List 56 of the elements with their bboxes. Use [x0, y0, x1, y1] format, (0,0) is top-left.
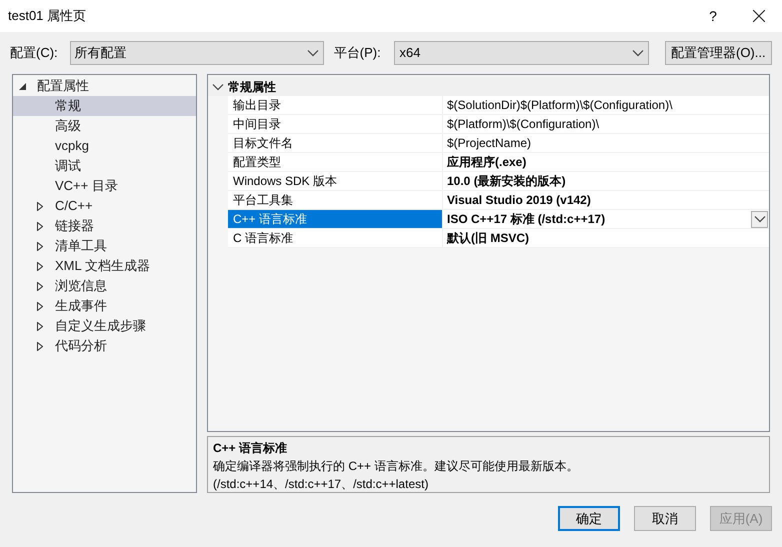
tree-item[interactable]: 配置属性 — [13, 76, 196, 96]
tree-item[interactable]: 常规 — [13, 96, 196, 116]
tree-item[interactable]: vcpkg — [13, 136, 196, 156]
property-name[interactable]: 中间目录 — [228, 115, 443, 133]
collapsed-triangle-icon[interactable] — [37, 222, 43, 230]
configuration-manager-button[interactable]: 配置管理器(O)... — [664, 41, 772, 65]
platform-label: 平台(P): — [334, 44, 382, 62]
property-value[interactable]: 默认(旧 MSVC) — [443, 228, 769, 248]
collapsed-triangle-icon[interactable] — [37, 282, 43, 290]
tree-item[interactable]: 生成事件 — [13, 296, 196, 316]
tree-item[interactable]: 自定义生成步骤 — [13, 316, 196, 336]
collapsed-triangle-icon[interactable] — [37, 322, 43, 330]
tree-item[interactable]: 代码分析 — [13, 336, 196, 356]
window-title: test01 属性页 — [8, 7, 88, 26]
chevron-down-icon — [306, 49, 319, 57]
tree-item[interactable]: 高级 — [13, 116, 196, 136]
collapsed-triangle-icon[interactable] — [37, 262, 43, 270]
property-value[interactable]: Visual Studio 2019 (v142) — [443, 190, 769, 210]
description-title: C++ 语言标准 — [213, 440, 288, 457]
tree-item[interactable]: 链接器 — [13, 216, 196, 236]
value-dropdown-button[interactable] — [751, 210, 768, 228]
property-name[interactable]: C++ 语言标准 — [228, 210, 443, 228]
dropdown[interactable]: x64 — [394, 41, 649, 65]
category-header[interactable]: 常规属性 — [208, 77, 769, 96]
collapsed-triangle-icon[interactable] — [37, 202, 43, 210]
property-name[interactable]: Windows SDK 版本 — [228, 172, 443, 190]
collapsed-triangle-icon[interactable] — [37, 342, 43, 350]
property-name[interactable]: 配置类型 — [228, 153, 443, 171]
close-icon — [753, 10, 765, 22]
configuration-label: 配置(C): — [10, 44, 59, 62]
description-text: 确定编译器将强制执行的 C++ 语言标准。建议尽可能使用最新版本。(/std:c++14、/std:c++17、/std:c++latest) — [213, 458, 580, 493]
dialog-button[interactable]: 确定 — [558, 506, 620, 531]
property-value[interactable]: $(ProjectName) — [443, 134, 769, 152]
expanded-triangle-icon[interactable] — [19, 82, 26, 90]
property-name[interactable]: 目标文件名 — [228, 134, 443, 152]
property-value[interactable]: $(SolutionDir)$(Platform)\$(Configuration)\ — [443, 96, 769, 114]
tree-item[interactable]: VC++ 目录 — [13, 176, 196, 196]
dropdown[interactable]: 所有配置 — [70, 41, 324, 65]
collapsed-triangle-icon[interactable] — [37, 242, 43, 250]
chevron-down-icon — [212, 82, 224, 90]
property-value[interactable]: 应用程序(.exe) — [443, 152, 769, 172]
property-value[interactable]: $(Platform)\$(Configuration)\ — [443, 114, 769, 134]
tree-item[interactable]: C/C++ — [13, 196, 196, 216]
tree-item[interactable]: 调试 — [13, 156, 196, 176]
tree-item[interactable]: XML 文档生成器 — [13, 256, 196, 276]
property-name[interactable]: 平台工具集 — [228, 191, 443, 209]
property-name[interactable]: C 语言标准 — [228, 229, 443, 247]
tree-item[interactable]: 浏览信息 — [13, 276, 196, 296]
collapsed-triangle-icon[interactable] — [37, 302, 43, 310]
tree-item[interactable]: 清单工具 — [13, 236, 196, 256]
property-name[interactable]: 输出目录 — [228, 96, 443, 114]
help-button[interactable]: ? — [690, 0, 736, 32]
dialog-button[interactable]: 取消 — [634, 506, 696, 531]
property-value[interactable]: 10.0 (最新安装的版本) — [443, 172, 769, 190]
chevron-down-icon — [754, 215, 766, 223]
chevron-down-icon — [632, 49, 644, 57]
